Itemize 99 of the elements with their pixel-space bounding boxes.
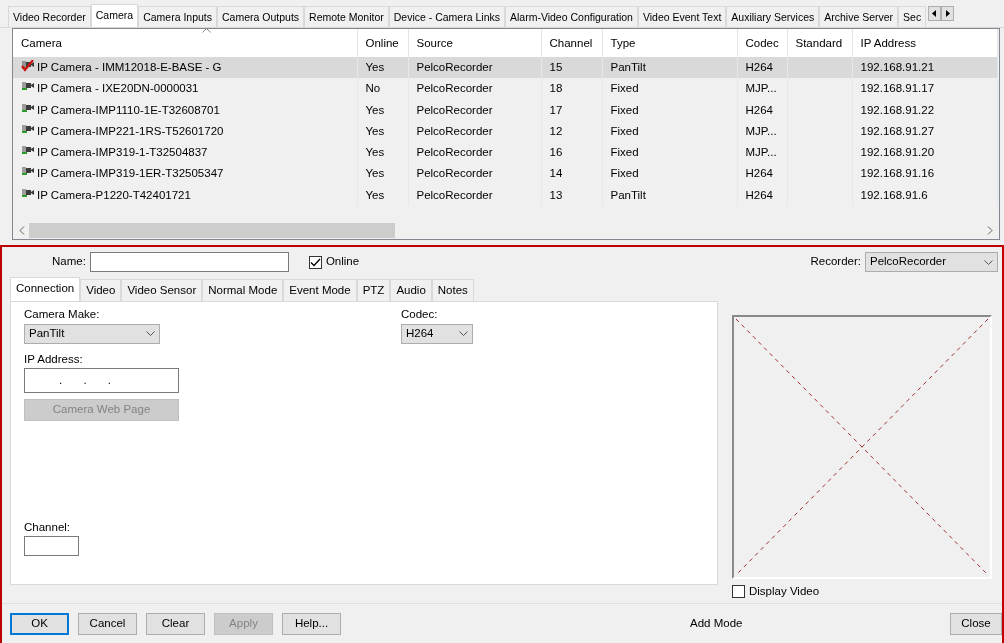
- table-cell: 192.168.91.16: [860, 167, 935, 180]
- tab[interactable]: Device - Camera Links: [388, 6, 505, 27]
- table-cell: H264: [745, 167, 773, 180]
- dialog-button[interactable]: Help...: [282, 612, 341, 635]
- tab[interactable]: Video: [80, 279, 122, 302]
- tab[interactable]: Video Recorder: [8, 6, 91, 27]
- column-header[interactable]: IP Address: [860, 37, 916, 49]
- table-cell: PelcoRecorder: [416, 167, 493, 180]
- close-button[interactable]: Close: [950, 612, 1002, 635]
- field-label: Codec:: [401, 307, 439, 323]
- tab[interactable]: Audio: [390, 279, 432, 302]
- tab[interactable]: Connection: [10, 277, 81, 302]
- table-cell: PelcoRecorder: [416, 82, 493, 95]
- tab[interactable]: Remote Monitor: [304, 6, 389, 27]
- table-cell: No: [365, 82, 381, 95]
- table-cell: H264: [745, 61, 773, 73]
- table-cell: PelcoRecorder: [416, 188, 493, 201]
- table-cell: MJP...: [745, 82, 777, 95]
- table-cell: IP Camera-IMP319-1-T32504837: [37, 146, 208, 158]
- table-cell: IP Camera - IMM12018-E-BASE - G: [37, 61, 222, 73]
- ip-address-field[interactable]: . . .: [24, 367, 179, 393]
- tab[interactable]: Auxiliary Services: [726, 6, 820, 27]
- checkbox-label: Online: [325, 254, 360, 270]
- table-cell: Fixed: [610, 103, 639, 116]
- dialog-button[interactable]: Cancel: [78, 612, 137, 635]
- tab-scroll-right-button[interactable]: [941, 6, 955, 21]
- table-cell: 16: [549, 146, 563, 158]
- column-header[interactable]: Type: [610, 37, 636, 49]
- table-cell: Yes: [365, 124, 385, 137]
- table-cell: H264: [745, 188, 773, 201]
- table-cell: 15: [549, 61, 563, 73]
- table-cell: 192.168.91.21: [860, 61, 935, 73]
- table-cell: 192.168.91.22: [860, 103, 935, 116]
- table-cell: 13: [549, 188, 563, 201]
- table-cell: IP Camera-IMP319-1ER-T32505347: [37, 167, 224, 180]
- table-cell: PanTilt: [610, 188, 646, 201]
- table-cell: 192.168.91.6: [860, 188, 928, 201]
- tab[interactable]: Notes: [431, 279, 474, 302]
- recorder-dropdown[interactable]: PelcoRecorder: [865, 252, 998, 272]
- scrollbar-thumb[interactable]: [29, 223, 395, 238]
- table-cell: IP Camera-IMP1110-1E-T32608701: [37, 103, 220, 116]
- tab[interactable]: Camera Inputs: [138, 6, 217, 27]
- table-cell: Yes: [365, 188, 385, 201]
- table-cell: MJP...: [745, 124, 777, 137]
- field-label: IP Address:: [24, 351, 84, 367]
- status-text: Add Mode: [690, 615, 743, 631]
- table-cell: PanTilt: [610, 61, 646, 73]
- field-label: Channel:: [24, 519, 72, 535]
- channel-field[interactable]: [24, 536, 79, 556]
- field-label: Recorder:: [810, 254, 861, 270]
- table-cell: PelcoRecorder: [416, 103, 493, 116]
- codec-dropdown[interactable]: H264: [401, 323, 473, 344]
- tab[interactable]: Video Sensor: [121, 279, 203, 302]
- table-cell: Yes: [365, 167, 385, 180]
- table-cell: PelcoRecorder: [416, 124, 493, 137]
- table-cell: Yes: [365, 146, 385, 158]
- name-field[interactable]: [89, 252, 289, 272]
- table-cell: 17: [549, 103, 563, 116]
- table-cell: PelcoRecorder: [416, 61, 493, 73]
- dialog-button[interactable]: OK: [10, 612, 69, 635]
- tab[interactable]: Camera: [90, 4, 139, 27]
- table-cell: 192.168.91.27: [860, 124, 935, 137]
- checkbox-label: Display Video: [749, 584, 820, 599]
- tab[interactable]: Camera Outputs: [217, 6, 305, 27]
- right-arrow-icon: [945, 10, 951, 17]
- table-cell: IP Camera-IMP221-1RS-T52601720: [37, 124, 224, 137]
- left-arrow-icon: [932, 10, 938, 17]
- column-header[interactable]: Camera: [21, 37, 62, 49]
- tab[interactable]: Normal Mode: [202, 279, 284, 302]
- tab[interactable]: Sec: [898, 6, 927, 27]
- tab[interactable]: Alarm-Video Configuration: [504, 6, 638, 27]
- field-label: Name:: [52, 254, 86, 270]
- table-cell: 14: [549, 167, 563, 180]
- table-cell: Fixed: [610, 167, 639, 180]
- table-cell: Fixed: [610, 82, 639, 95]
- column-header[interactable]: Source: [416, 37, 453, 49]
- table-cell: Yes: [365, 61, 385, 73]
- field-label: Camera Make:: [24, 307, 101, 323]
- tab[interactable]: Archive Server: [819, 6, 899, 27]
- table-cell: Yes: [365, 103, 385, 116]
- table-cell: 18: [549, 82, 563, 95]
- table-cell: 12: [549, 124, 563, 137]
- table-cell: Fixed: [610, 124, 639, 137]
- display-video-checkbox[interactable]: [732, 585, 745, 599]
- tab[interactable]: Video Event Text: [637, 6, 727, 27]
- table-cell: PelcoRecorder: [416, 146, 493, 158]
- online-checkbox[interactable]: [308, 255, 322, 269]
- tab[interactable]: Event Mode: [283, 279, 357, 302]
- table-cell: H264: [745, 103, 773, 116]
- camera-make-dropdown[interactable]: PanTilt: [24, 323, 160, 344]
- tab[interactable]: PTZ: [356, 279, 391, 302]
- table-cell: 192.168.91.17: [860, 82, 935, 95]
- table-cell: Fixed: [610, 146, 639, 158]
- table-cell: MJP...: [745, 146, 777, 158]
- table-cell: 192.168.91.20: [860, 146, 935, 158]
- dialog-button[interactable]: Clear: [146, 612, 205, 635]
- table-cell: IP Camera-P1220-T42401721: [37, 188, 191, 201]
- tab-scroll-left-button[interactable]: [928, 6, 942, 21]
- table-cell: IP Camera - IXE20DN-0000031: [37, 82, 199, 95]
